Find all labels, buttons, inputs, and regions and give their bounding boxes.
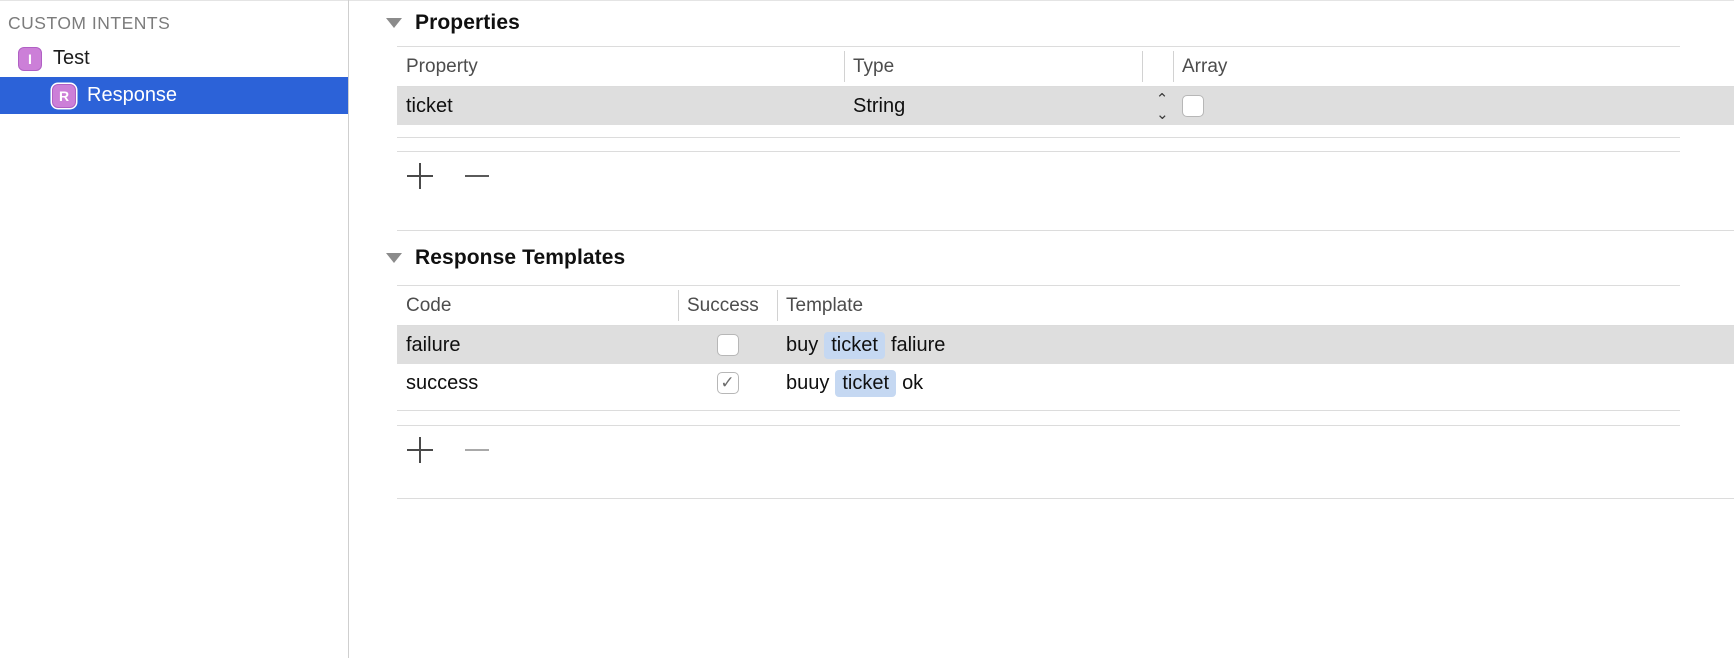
properties-table: Property Type Array: [397, 46, 1734, 87]
intent-definition-editor: CUSTOM INTENTS I Test R Response Propert…: [0, 0, 1734, 658]
template-content-cell[interactable]: buuy ticket ok: [777, 364, 1277, 402]
chevron-down-icon[interactable]: [386, 18, 402, 28]
property-type-cell[interactable]: String: [844, 87, 1142, 125]
bottom-section-divider: [397, 498, 1734, 499]
response-templates-table-header: Code Success Template: [397, 286, 1734, 325]
properties-section: Properties Property Type Array ticket St…: [349, 0, 1734, 200]
template-code-cell[interactable]: failure: [397, 326, 678, 364]
response-templates-table: Code Success Template: [397, 285, 1734, 326]
template-word: buuy: [786, 371, 830, 394]
remove-response-template-button[interactable]: [464, 437, 490, 463]
template-word: ok: [902, 371, 924, 394]
column-header-success[interactable]: Success: [678, 286, 777, 325]
properties-add-remove-bar: [349, 152, 1734, 200]
response-templates-section: Response Templates Code Success Template…: [349, 231, 1734, 499]
sidebar-section-title: CUSTOM INTENTS: [8, 13, 171, 33]
success-checkbox[interactable]: [716, 372, 739, 394]
up-down-chevron-icon: ⌃ ⌃: [1155, 91, 1169, 121]
intent-icon: I: [18, 46, 42, 71]
sidebar-item-response[interactable]: R Response: [0, 77, 348, 114]
sidebar-item-label: Response: [87, 84, 178, 106]
section-title: Response Templates: [415, 246, 626, 269]
sidebar-item-test[interactable]: I Test: [0, 40, 348, 77]
column-header-type[interactable]: Type: [844, 47, 1142, 86]
properties-section-header[interactable]: Properties: [349, 0, 1734, 46]
column-header-array[interactable]: Array: [1173, 47, 1239, 86]
column-header-property[interactable]: Property: [397, 47, 844, 86]
array-checkbox[interactable]: [1182, 95, 1204, 117]
row-spacer: [349, 125, 1734, 137]
remove-property-button[interactable]: [464, 163, 490, 189]
template-token[interactable]: ticket: [835, 369, 897, 397]
row-spacer: [349, 402, 1734, 410]
response-icon: R: [52, 83, 76, 108]
template-code-cell[interactable]: success: [397, 364, 678, 402]
add-property-button[interactable]: [407, 163, 433, 189]
response-templates-section-header[interactable]: Response Templates: [349, 231, 1734, 285]
detail-panel: Properties Property Type Array ticket St…: [349, 0, 1734, 658]
custom-intents-sidebar: CUSTOM INTENTS I Test R Response: [0, 0, 349, 658]
success-checkbox-cell[interactable]: [678, 326, 777, 364]
column-header-code[interactable]: Code: [397, 286, 678, 325]
success-checkbox[interactable]: [716, 334, 739, 356]
table-row[interactable]: failure buy ticket faliure: [397, 326, 1734, 364]
template-word: faliure: [890, 333, 946, 356]
column-header-template[interactable]: Template: [777, 286, 1277, 325]
table-row[interactable]: success buuy ticket ok: [397, 364, 1734, 402]
success-checkbox-cell[interactable]: [678, 364, 777, 402]
properties-table-header: Property Type Array: [397, 47, 1734, 86]
column-header-spacer: [1142, 47, 1173, 86]
sidebar-item-label: Test: [53, 47, 90, 69]
table-row[interactable]: ticket String ⌃ ⌃: [397, 87, 1734, 125]
page-title: Properties: [415, 11, 520, 34]
property-name-cell[interactable]: ticket: [397, 87, 844, 125]
template-word: buy: [786, 333, 819, 356]
template-token[interactable]: ticket: [824, 331, 885, 359]
array-checkbox-cell[interactable]: [1173, 87, 1239, 125]
chevron-down-icon[interactable]: [386, 253, 402, 263]
type-stepper[interactable]: ⌃ ⌃: [1142, 87, 1173, 125]
template-content-cell[interactable]: buy ticket faliure: [777, 326, 1277, 364]
response-add-remove-bar: [349, 426, 1734, 474]
add-response-template-button[interactable]: [407, 437, 433, 463]
